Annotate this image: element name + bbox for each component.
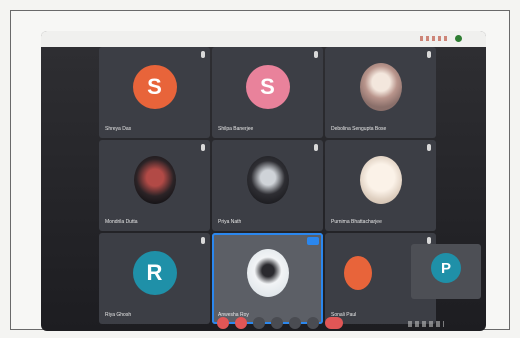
participant-tile[interactable]: S Shilpa Banerjee	[212, 47, 323, 138]
participant-name: Shilpa Banerjee	[218, 126, 254, 132]
participant-grid: S Shreya Das S Shilpa Banerjee Debolina …	[99, 47, 436, 327]
more-options-button[interactable]	[307, 317, 319, 329]
participant-name: Debolina Sengupta Bose	[331, 126, 387, 132]
recording-text	[420, 36, 450, 41]
mic-muted-icon	[314, 51, 318, 58]
mic-muted-icon	[427, 144, 431, 151]
mic-muted-icon	[201, 51, 205, 58]
present-button[interactable]	[289, 317, 301, 329]
photo-frame: S Shreya Das S Shilpa Banerjee Debolina …	[10, 10, 510, 331]
participant-name: Priya Nath	[218, 219, 242, 225]
participant-tile[interactable]: Mondrila Dutta	[99, 140, 210, 231]
profile-photo	[359, 63, 402, 112]
captions-button[interactable]	[253, 317, 265, 329]
avatar: S	[132, 65, 177, 110]
participant-tile[interactable]: Priya Nath	[212, 140, 323, 231]
camera-button[interactable]	[235, 317, 247, 329]
mic-button[interactable]	[217, 317, 229, 329]
raise-hand-button[interactable]	[271, 317, 283, 329]
participant-tile[interactable]: Purnima Bhattacharjee	[325, 140, 436, 231]
top-bar	[41, 31, 486, 47]
participant-tile[interactable]: S Shreya Das	[99, 47, 210, 138]
meeting-window: S Shreya Das S Shilpa Banerjee Debolina …	[41, 31, 486, 331]
avatar: P	[431, 253, 461, 284]
avatar	[344, 256, 373, 291]
profile-photo	[133, 156, 176, 205]
profile-photo	[246, 156, 289, 205]
self-view-tile[interactable]: P	[411, 244, 481, 299]
participant-name: Mondrila Dutta	[105, 219, 138, 225]
avatar: R	[132, 251, 177, 296]
presenting-icon	[307, 237, 319, 245]
participant-tile[interactable]: R Riya Ghosh	[99, 233, 210, 324]
meeting-tools[interactable]	[408, 321, 444, 327]
recording-indicator-icon	[455, 35, 462, 42]
participant-name: Shreya Das	[105, 126, 132, 132]
profile-photo	[359, 156, 402, 205]
leave-call-button[interactable]	[325, 317, 343, 329]
control-bar	[41, 313, 486, 331]
participant-name: Purnima Bhattacharjee	[331, 219, 382, 225]
participant-tile-active[interactable]: Anwesha Roy	[212, 233, 323, 324]
mic-muted-icon	[427, 237, 431, 244]
profile-photo	[246, 249, 289, 298]
mic-muted-icon	[201, 144, 205, 151]
mic-muted-icon	[201, 237, 205, 244]
mic-muted-icon	[314, 144, 318, 151]
avatar: S	[245, 65, 290, 110]
participant-tile[interactable]: Debolina Sengupta Bose	[325, 47, 436, 138]
mic-muted-icon	[427, 51, 431, 58]
